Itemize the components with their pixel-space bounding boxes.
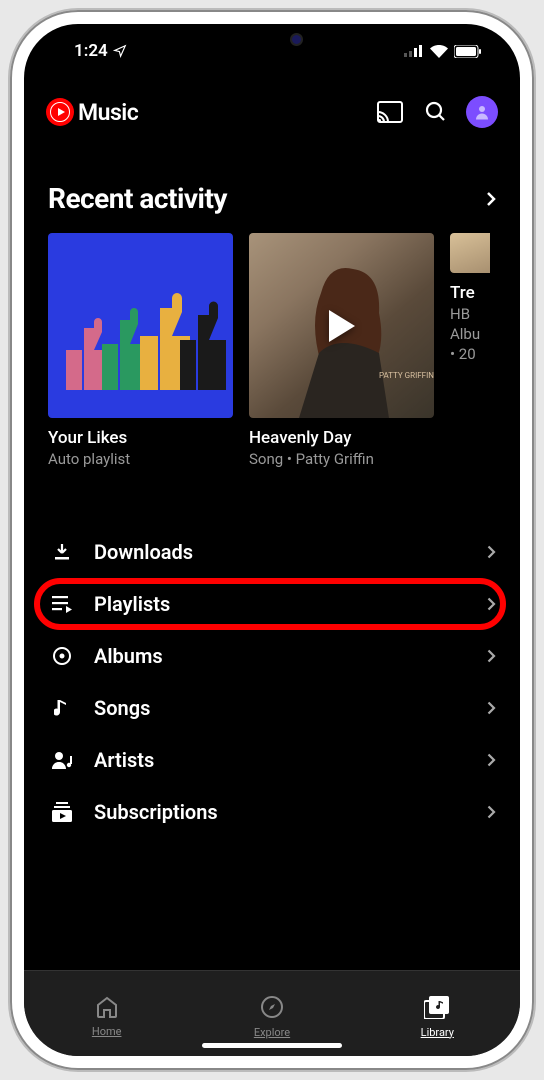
card-title: Heavenly Day bbox=[249, 428, 434, 448]
compass-icon bbox=[260, 995, 284, 1023]
card-subtitle: Auto playlist bbox=[48, 450, 233, 468]
nav-library[interactable]: Library bbox=[355, 971, 520, 1056]
card-heavenly-day[interactable]: PATTY GRIFFIN Heavenly Day Song • Patty … bbox=[249, 233, 434, 468]
recent-carousel[interactable]: Your Likes Auto playlist PATTY GRIFFIN H… bbox=[24, 233, 520, 468]
chevron-right-icon bbox=[487, 597, 496, 611]
content-area: Recent activity bbox=[24, 146, 520, 970]
nav-label: Library bbox=[421, 1026, 454, 1039]
app-header: Music bbox=[24, 78, 520, 146]
home-indicator[interactable] bbox=[202, 1043, 342, 1048]
phone-frame: 1:24 bbox=[10, 10, 534, 1070]
chevron-right-icon bbox=[487, 805, 496, 819]
card-peek[interactable]: Tre HB Albu • 20 bbox=[450, 233, 490, 468]
signal-icon bbox=[404, 45, 424, 57]
battery-icon bbox=[454, 45, 482, 58]
card-title: Your Likes bbox=[48, 428, 233, 448]
notch bbox=[172, 24, 372, 54]
phone-screen: 1:24 bbox=[24, 24, 520, 1056]
card-your-likes[interactable]: Your Likes Auto playlist bbox=[48, 233, 233, 468]
app-logo[interactable]: Music bbox=[46, 98, 138, 126]
library-icon bbox=[424, 995, 450, 1023]
music-note-icon bbox=[48, 698, 76, 718]
song-artwork: PATTY GRIFFIN bbox=[249, 233, 434, 418]
card-title: Tre bbox=[450, 283, 490, 303]
card-subtitle: Song • Patty Griffin bbox=[249, 450, 434, 468]
card-subtitle: • 20 bbox=[450, 345, 490, 363]
play-icon bbox=[329, 310, 355, 342]
album-icon bbox=[48, 646, 76, 666]
menu-label: Playlists bbox=[94, 592, 487, 616]
chevron-right-icon bbox=[487, 545, 496, 559]
likes-artwork bbox=[48, 233, 233, 418]
avatar[interactable] bbox=[466, 96, 498, 128]
play-logo-icon bbox=[46, 98, 74, 126]
menu-label: Artists bbox=[94, 748, 487, 772]
chevron-right-icon bbox=[486, 191, 496, 207]
app-name: Music bbox=[78, 99, 138, 126]
library-menu: Downloads Playlists Albums bbox=[24, 468, 520, 838]
artist-icon bbox=[48, 750, 76, 770]
card-subtitle: HB bbox=[450, 305, 490, 323]
svg-text:PATTY GRIFFIN: PATTY GRIFFIN bbox=[379, 371, 434, 380]
menu-artists[interactable]: Artists bbox=[24, 734, 520, 786]
menu-label: Downloads bbox=[94, 540, 487, 564]
menu-label: Songs bbox=[94, 696, 487, 720]
status-time: 1:24 bbox=[74, 41, 108, 61]
nav-label: Home bbox=[92, 1025, 122, 1038]
home-icon bbox=[95, 996, 119, 1022]
card-subtitle: Albu bbox=[450, 325, 490, 343]
search-icon[interactable] bbox=[416, 92, 456, 132]
recent-activity-header[interactable]: Recent activity bbox=[24, 146, 520, 233]
menu-label: Subscriptions bbox=[94, 800, 487, 824]
subscriptions-icon bbox=[48, 802, 76, 822]
chevron-right-icon bbox=[487, 649, 496, 663]
chevron-right-icon bbox=[487, 701, 496, 715]
nav-label: Explore bbox=[254, 1026, 290, 1039]
wifi-icon bbox=[430, 45, 448, 58]
menu-label: Albums bbox=[94, 644, 487, 668]
nav-home[interactable]: Home bbox=[24, 971, 189, 1056]
download-icon bbox=[48, 542, 76, 562]
chevron-right-icon bbox=[487, 753, 496, 767]
location-icon bbox=[113, 44, 127, 58]
cast-icon[interactable] bbox=[370, 92, 410, 132]
peek-artwork bbox=[450, 233, 490, 273]
menu-playlists[interactable]: Playlists bbox=[24, 578, 520, 630]
playlist-icon bbox=[48, 595, 76, 613]
menu-downloads[interactable]: Downloads bbox=[24, 526, 520, 578]
menu-songs[interactable]: Songs bbox=[24, 682, 520, 734]
menu-albums[interactable]: Albums bbox=[24, 630, 520, 682]
menu-subscriptions[interactable]: Subscriptions bbox=[24, 786, 520, 838]
section-title: Recent activity bbox=[48, 182, 227, 215]
